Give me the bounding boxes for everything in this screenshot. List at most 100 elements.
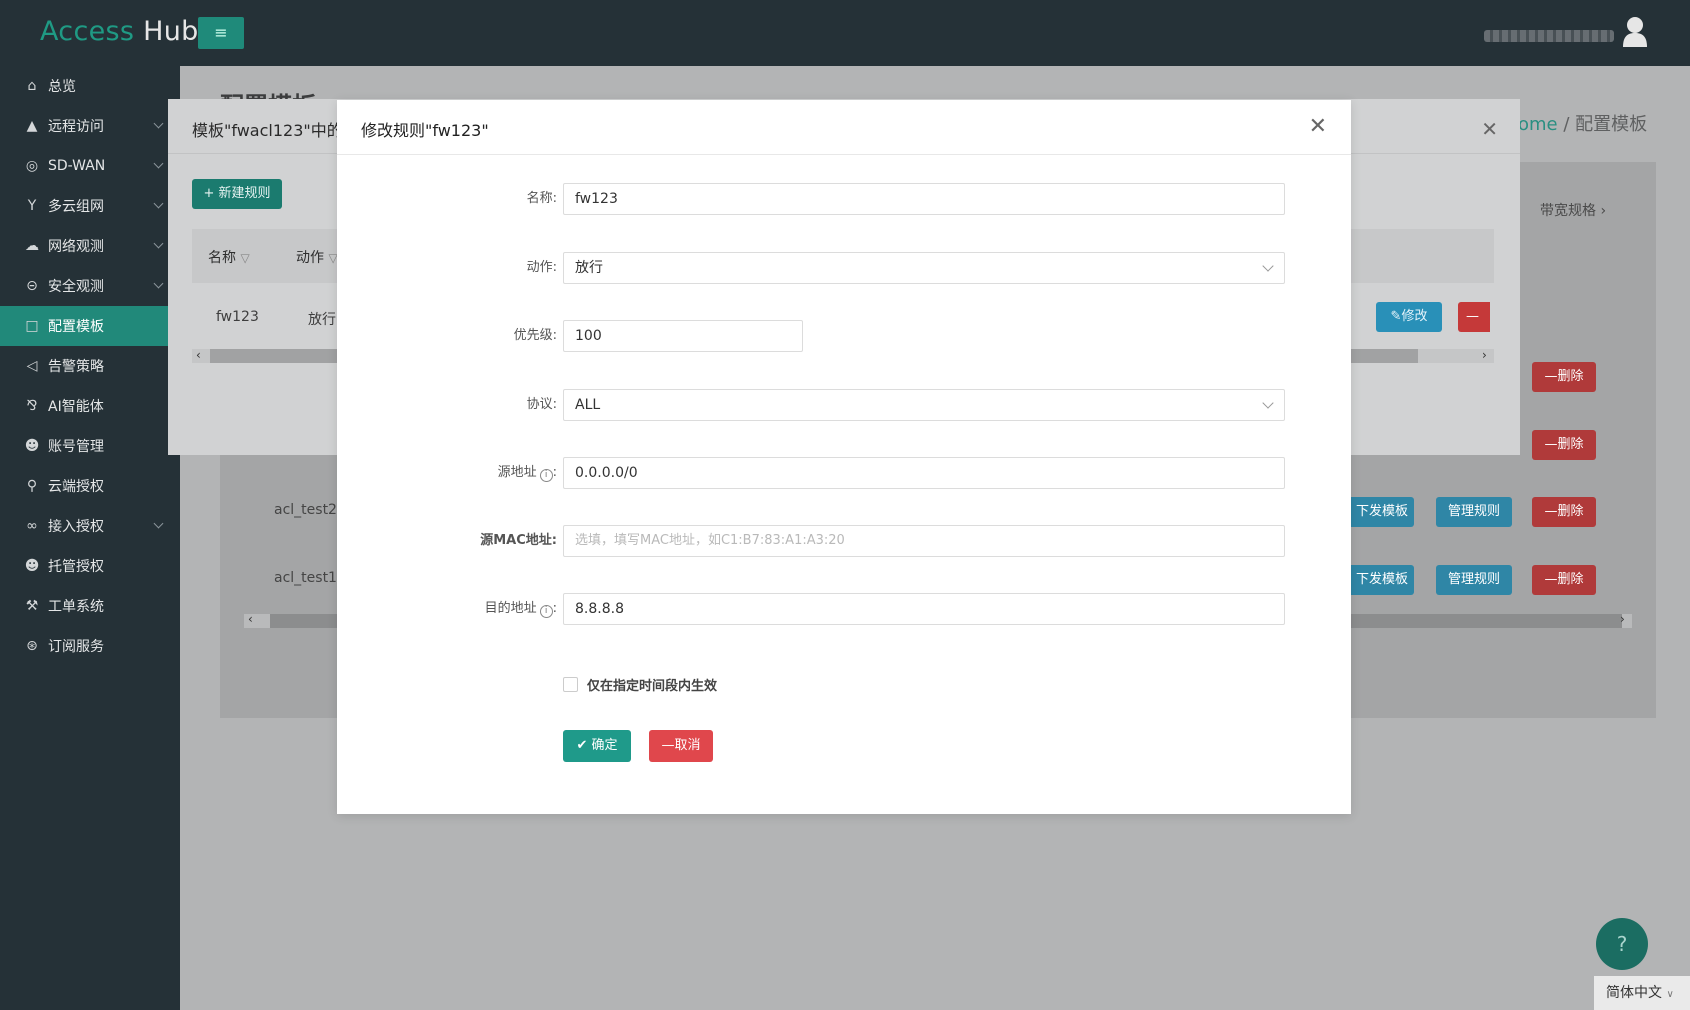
delete-button[interactable]: —删除 xyxy=(1532,430,1596,460)
breadcrumb-home-link[interactable]: ome xyxy=(1518,114,1558,135)
user-shield-icon: ☻ xyxy=(24,558,40,574)
filter-icon[interactable]: ▽ xyxy=(240,251,249,265)
cart-icon: ⊛ xyxy=(26,638,38,654)
sidebar-item-cloud-auth[interactable]: ⚲ 云端授权 xyxy=(0,466,180,506)
edit-rule-modal: 修改规则"fw123" ✕ 名称: fw123 动作: 放行 优先级: 100 … xyxy=(337,100,1351,814)
menu-toggle-button[interactable]: ≡ xyxy=(198,17,244,49)
sidebar-item-subscription[interactable]: ⊛ 订阅服务 xyxy=(0,626,180,666)
new-rule-label: 新建规则 xyxy=(218,186,271,201)
app-logo[interactable]: Access Hub xyxy=(40,16,199,47)
info-icon[interactable]: i xyxy=(539,605,553,618)
link-icon: ∞ xyxy=(26,518,38,534)
col-name-label: 名称 xyxy=(208,250,236,266)
scroll-left-icon[interactable]: ‹ xyxy=(248,612,253,626)
sidebar: ⌂ 总览 ▲ 远程访问 ◎ SD-WAN Y 多云组网 ☁ 网络观测 ⊝ 安全观测 □ 配置模… xyxy=(0,66,180,1010)
action-select[interactable]: 放行 xyxy=(563,252,1285,284)
wrench-icon: ⚒ xyxy=(25,598,39,614)
src-addr-label-wrap: 源地址 i: xyxy=(497,465,557,482)
sidebar-item-network-observe[interactable]: ☁ 网络观测 xyxy=(0,226,180,266)
cloud-icon: ☁ xyxy=(25,238,39,254)
edit-rule-button[interactable]: ✎修改 xyxy=(1376,302,1442,332)
ai-icon: ⅋ xyxy=(26,398,38,414)
publish-template-button[interactable]: 下发模板 xyxy=(1350,497,1414,527)
chevron-down-icon xyxy=(153,198,164,209)
src-addr-input[interactable]: 0.0.0.0/0 xyxy=(563,457,1285,489)
sidebar-item-alert-policy[interactable]: ◁ 告警策略 xyxy=(0,346,180,386)
delete-button[interactable]: —删除 xyxy=(1532,565,1596,595)
top-header: Access Hub ≡ xyxy=(0,0,1690,66)
info-icon[interactable]: i xyxy=(539,469,553,482)
sidebar-item-account[interactable]: ☻ 账号管理 xyxy=(0,426,180,466)
chevron-down-icon xyxy=(153,518,164,529)
name-input[interactable]: fw123 xyxy=(563,183,1285,215)
publish-template-button[interactable]: 下发模板 xyxy=(1350,565,1414,595)
form-row-name: 名称: fw123 xyxy=(337,183,1351,215)
sidebar-item-remote-access[interactable]: ▲ 远程访问 xyxy=(0,106,180,146)
language-select[interactable]: 简体中文 ∨ xyxy=(1594,976,1690,1010)
manage-rules-button[interactable]: 管理规则 xyxy=(1436,565,1512,595)
megaphone-icon: ◁ xyxy=(26,358,38,374)
scroll-right-icon[interactable]: › xyxy=(1620,612,1625,626)
minus-icon: — xyxy=(1544,437,1558,452)
confirm-button[interactable]: ✔ 确定 xyxy=(563,730,631,762)
sidebar-item-label: 安全观测 xyxy=(48,279,104,295)
user-avatar-icon[interactable] xyxy=(1622,16,1648,48)
time-limit-checkbox-row[interactable]: 仅在指定时间段内生效 xyxy=(563,674,717,694)
scroll-right-icon[interactable]: › xyxy=(1482,348,1487,362)
dst-addr-label-wrap: 目的地址 i: xyxy=(484,601,557,618)
col-name-header[interactable]: 名称 ▽ xyxy=(208,247,250,267)
chevron-down-icon xyxy=(1262,397,1274,409)
tab-bandwidth[interactable]: 带宽规格 › xyxy=(1540,200,1606,220)
new-rule-button[interactable]: + 新建规则 xyxy=(192,179,282,209)
template-name: acl_test1 xyxy=(274,570,337,586)
rules-modal-title: 模板"fwacl123"中的 xyxy=(192,121,343,140)
delete-button[interactable]: —删除 xyxy=(1532,497,1596,527)
sidebar-item-config-template[interactable]: □ 配置模板 xyxy=(0,306,180,346)
scroll-left-icon[interactable]: ‹ xyxy=(196,348,201,362)
sidebar-item-ticket[interactable]: ⚒ 工单系统 xyxy=(0,586,180,626)
user-name-blurred[interactable] xyxy=(1484,30,1614,42)
logo-access: Access xyxy=(40,16,135,47)
sidebar-item-label: 远程访问 xyxy=(48,119,104,135)
edit-rule-modal-title: 修改规则"fw123" xyxy=(361,121,489,140)
plus-icon: + xyxy=(203,186,219,201)
form-row-priority: 优先级: 100 xyxy=(337,320,1351,352)
time-limit-checkbox-label[interactable]: 仅在指定时间段内生效 xyxy=(587,675,717,694)
sidebar-item-ai-agent[interactable]: ⅋ AI智能体 xyxy=(0,386,180,426)
sidebar-item-multicloud[interactable]: Y 多云组网 xyxy=(0,186,180,226)
sidebar-item-access-auth[interactable]: ∞ 接入授权 xyxy=(0,506,180,546)
close-icon[interactable]: ✕ xyxy=(1309,116,1327,138)
delete-rule-button[interactable]: —删 xyxy=(1458,302,1490,332)
user-icon: ☻ xyxy=(24,438,40,454)
fork-icon: Y xyxy=(27,198,37,214)
help-button[interactable]: ? xyxy=(1596,918,1648,970)
priority-input[interactable]: 100 xyxy=(563,320,803,352)
sidebar-item-label: 云端授权 xyxy=(48,479,104,495)
minus-circle-icon: ⊝ xyxy=(26,278,38,294)
sidebar-item-label: 多云组网 xyxy=(48,199,104,215)
src-mac-label: 源MAC地址: xyxy=(480,533,557,548)
close-icon[interactable]: ✕ xyxy=(1481,117,1498,141)
form-row-dst-addr: 目的地址 i: 8.8.8.8 xyxy=(337,593,1351,625)
dst-addr-label: 目的地址 xyxy=(484,601,537,616)
sidebar-item-sdwan[interactable]: ◎ SD-WAN xyxy=(0,146,180,186)
dst-addr-input[interactable]: 8.8.8.8 xyxy=(563,593,1285,625)
sidebar-item-security-observe[interactable]: ⊝ 安全观测 xyxy=(0,266,180,306)
manage-rules-button[interactable]: 管理规则 xyxy=(1436,497,1512,527)
key-icon: ⚲ xyxy=(26,478,38,494)
edit-icon: ✎ xyxy=(1390,309,1402,324)
form-row-src-mac: 源MAC地址: 选填，填写MAC地址，如C1:B7:83:A1:A3:20 xyxy=(337,525,1351,557)
delete-button[interactable]: —删除 xyxy=(1532,362,1596,392)
col-action-header[interactable]: 动作 ▽ xyxy=(296,247,338,267)
breadcrumb-separator: / xyxy=(1563,114,1570,135)
protocol-select[interactable]: ALL xyxy=(563,389,1285,421)
src-mac-input[interactable]: 选填，填写MAC地址，如C1:B7:83:A1:A3:20 xyxy=(563,525,1285,557)
sidebar-item-label: AI智能体 xyxy=(48,399,104,415)
time-limit-checkbox[interactable] xyxy=(563,676,578,692)
cancel-button[interactable]: —取消 xyxy=(649,730,713,762)
sidebar-item-overview[interactable]: ⌂ 总览 xyxy=(0,66,180,106)
form-row-src-addr: 源地址 i: 0.0.0.0/0 xyxy=(337,457,1351,489)
minus-icon: — xyxy=(1544,572,1558,587)
sidebar-item-managed-auth[interactable]: ☻ 托管授权 xyxy=(0,546,180,586)
sidebar-item-label: 网络观测 xyxy=(48,239,104,255)
